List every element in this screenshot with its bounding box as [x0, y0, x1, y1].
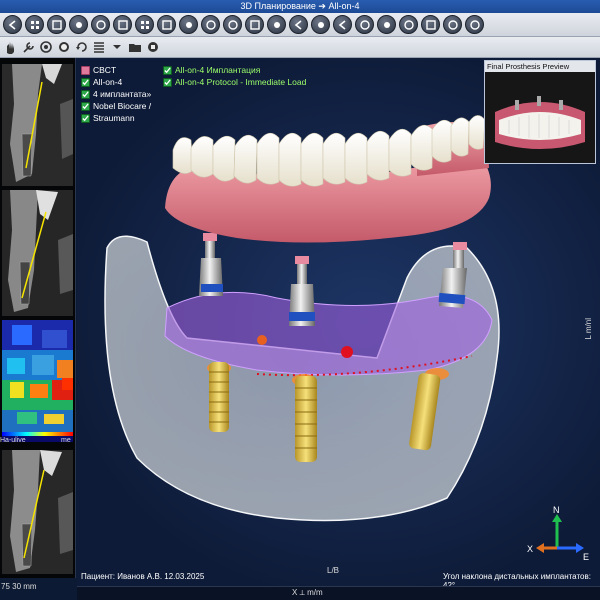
legend-label: Straumann [93, 113, 135, 123]
gizmo-e-label: E [583, 552, 589, 562]
checkbox-icon[interactable] [81, 113, 90, 123]
checkbox-icon[interactable] [81, 89, 90, 99]
home-icon[interactable] [311, 15, 330, 34]
share-icon[interactable] [377, 15, 396, 34]
legend-item[interactable]: 4 имплантата» [81, 88, 151, 100]
ct-slice-2[interactable] [2, 190, 73, 316]
window-title: 3D Планирование ➔ All-on-4 [0, 0, 600, 13]
user-icon[interactable] [355, 15, 374, 34]
toolbar-filler [160, 37, 600, 58]
ct-slice-3[interactable] [2, 450, 73, 574]
legend-item[interactable]: Nobel Biocare / [81, 100, 151, 112]
implant-center [295, 376, 317, 462]
up-icon[interactable] [333, 15, 352, 34]
close-icon[interactable] [465, 15, 484, 34]
patient-info: Пациент: Иванов А.В. 12.03.2025 [81, 572, 205, 581]
target-icon[interactable] [39, 39, 54, 55]
list-icon[interactable] [92, 39, 107, 55]
orientation-gizmo[interactable]: N X E [527, 504, 591, 564]
abutment-center [289, 256, 315, 326]
settings-icon[interactable] [267, 15, 286, 34]
forward-icon[interactable] [289, 15, 308, 34]
gear-icon[interactable] [223, 15, 242, 34]
main-toolbar [0, 13, 600, 37]
circle-icon[interactable] [56, 39, 71, 55]
tooth-icon[interactable] [201, 15, 220, 34]
checkbox-icon[interactable] [81, 65, 90, 75]
prosthesis-preview-panel[interactable]: Final Prosthesis Preview [484, 60, 596, 164]
prosthesis-preview-image [485, 72, 595, 163]
folder-icon[interactable] [127, 39, 142, 55]
bottom-center-label: L/B [327, 566, 340, 575]
checkbox-icon[interactable] [163, 77, 172, 87]
protocol-label: All-on-4 Protocol - Immediate Load [175, 77, 307, 87]
globe-icon[interactable] [443, 15, 462, 34]
status-bar: X ⟂ m/m [77, 586, 600, 600]
screen-icon[interactable] [245, 15, 264, 34]
hand-icon[interactable] [3, 39, 18, 55]
app-window: 3D Планирование ➔ All-on-4 Ha-ulive me 7… [0, 0, 600, 600]
cycle-icon[interactable] [74, 39, 89, 55]
bone-density-heatmap[interactable] [2, 320, 73, 442]
print-icon[interactable] [157, 15, 176, 34]
layout-icon[interactable] [135, 15, 154, 34]
secondary-toolbar [0, 37, 160, 58]
save-icon[interactable] [69, 15, 88, 34]
legend-item[interactable]: Straumann [81, 112, 151, 124]
legend-label: 4 имплантата» [93, 89, 152, 99]
person-icon[interactable] [179, 15, 198, 34]
legend-label: Nobel Biocare / [93, 101, 152, 111]
legend-label: All-on-4 [93, 77, 123, 87]
gizmo-x-label: X [527, 544, 533, 554]
protocol-item[interactable]: All-on-4 Имплантация [163, 64, 306, 76]
mail-icon[interactable] [421, 15, 440, 34]
back-icon[interactable] [3, 15, 22, 34]
record-icon[interactable] [145, 39, 160, 55]
abutment-left [199, 233, 223, 296]
3d-viewport[interactable]: CBCT All-on-4 4 имплантата» Nobel Biocare /… [77, 58, 600, 586]
ct-slice-1[interactable] [2, 64, 73, 186]
ct-slice-panel: Ha-ulive me [0, 58, 76, 578]
checkbox-icon[interactable] [81, 77, 90, 87]
legend-item[interactable]: All-on-4 [81, 76, 151, 88]
preview-title: Final Prosthesis Preview [485, 61, 595, 72]
protocol-label: All-on-4 Имплантация [175, 65, 261, 75]
checkbox-icon[interactable] [163, 65, 172, 75]
status-axes-label: X ⟂ m/m [292, 588, 323, 597]
implant-left [209, 362, 229, 432]
heatmap-label-right: me [61, 437, 71, 444]
heatmap-label-left: Ha-ulive [0, 437, 26, 444]
implant-angle-info: Угол наклона дистальных имплантатов: 42° [443, 572, 591, 586]
protocol-legend: All-on-4 Имплантация All-on-4 Protocol - … [163, 64, 306, 88]
gizmo-n-label: N [553, 505, 560, 515]
legend-label: CBCT [93, 65, 117, 75]
layer-legend: CBCT All-on-4 4 имплантата» Nobel Biocare /… [81, 64, 151, 124]
dropdown-icon[interactable] [110, 39, 125, 55]
wrench-icon[interactable] [21, 39, 36, 55]
monitor-icon[interactable] [47, 15, 66, 34]
protocol-item[interactable]: All-on-4 Protocol - Immediate Load [163, 76, 306, 88]
lock-icon[interactable] [91, 15, 110, 34]
grid-icon[interactable] [25, 15, 44, 34]
legend-item[interactable]: CBCT [81, 64, 151, 76]
checkbox-icon[interactable] [81, 101, 90, 111]
left-scale-label: 75 30 mm [1, 582, 37, 591]
power-icon[interactable] [399, 15, 418, 34]
refresh-icon[interactable] [113, 15, 132, 34]
vertical-axis-label: L m/nl [584, 318, 593, 340]
